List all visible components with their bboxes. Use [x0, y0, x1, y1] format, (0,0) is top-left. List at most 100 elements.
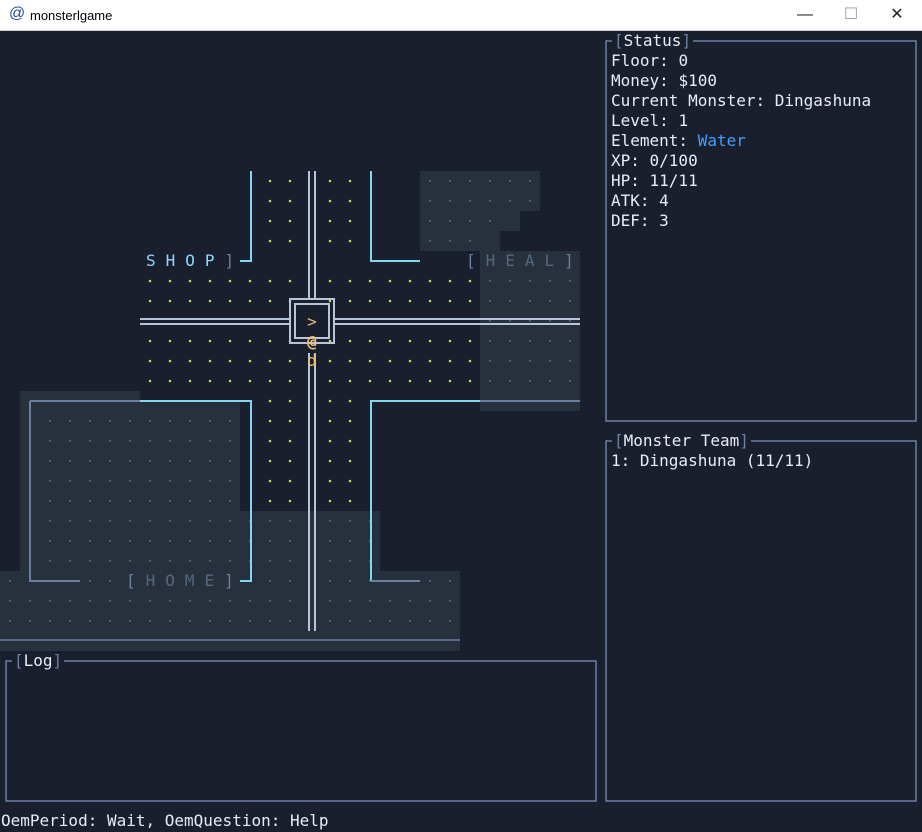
floor-dot — [169, 480, 171, 482]
floor-dot — [228, 379, 232, 383]
floor-dot — [69, 620, 71, 622]
floor-dot — [288, 179, 292, 183]
floor-dot — [189, 620, 191, 622]
floor-dot — [428, 279, 432, 283]
floor-dot — [149, 480, 151, 482]
floor-dot — [429, 200, 431, 202]
floor-dot — [168, 299, 172, 303]
floor-dot — [109, 620, 111, 622]
floor-dot — [169, 460, 171, 462]
floor-dot — [348, 499, 352, 503]
floor-dot — [189, 500, 191, 502]
floor-dot — [428, 339, 432, 343]
floor-dot — [328, 219, 332, 223]
floor-dot — [529, 180, 531, 182]
floor-dot — [109, 560, 111, 562]
floor-dot — [149, 440, 151, 442]
floor-dot — [549, 300, 551, 302]
floor-dot — [489, 380, 491, 382]
floor-dot — [129, 460, 131, 462]
floor-dot — [129, 540, 131, 542]
maximize-button[interactable]: ☐ — [828, 0, 874, 30]
floor-dot — [509, 320, 511, 322]
floor-dot — [89, 520, 91, 522]
floor-dot — [349, 580, 351, 582]
window-titlebar: @ monsterlgame — ☐ ✕ — [0, 0, 922, 31]
floor-dot — [268, 279, 272, 283]
floor-dot — [168, 379, 172, 383]
floor-dot — [228, 359, 232, 363]
floor-dot — [69, 600, 71, 602]
floor-dot — [248, 339, 252, 343]
floor-dot — [229, 620, 231, 622]
explored-regions — [0, 171, 580, 651]
floor-dot — [388, 279, 392, 283]
floor-dot — [129, 620, 131, 622]
floor-dot — [229, 480, 231, 482]
floor-dot — [389, 620, 391, 622]
floor-dot — [268, 359, 272, 363]
floor-dot — [188, 339, 192, 343]
floor-dot — [529, 340, 531, 342]
floor-dot — [228, 339, 232, 343]
floor-dot — [229, 540, 231, 542]
floor-dot — [348, 479, 352, 483]
floor-dot — [348, 399, 352, 403]
floor-dot — [148, 339, 152, 343]
floor-dot — [169, 420, 171, 422]
floor-dot — [289, 580, 291, 582]
floor-dot — [348, 419, 352, 423]
floor-dot — [249, 600, 251, 602]
floor-dot — [549, 360, 551, 362]
log-panel-frame — [5, 660, 597, 802]
floor-dot — [208, 379, 212, 383]
floor-dot — [29, 600, 31, 602]
floor-dot — [509, 280, 511, 282]
xp-row: XP: 0/100 — [611, 151, 698, 170]
floor-dot — [468, 279, 472, 283]
floor-dot — [89, 480, 91, 482]
stairs-down[interactable]: > — [302, 312, 322, 332]
floor-dot — [248, 359, 252, 363]
floor-dot — [109, 480, 111, 482]
floor-dot — [328, 439, 332, 443]
floor-dot — [529, 320, 531, 322]
floor-dot — [348, 299, 352, 303]
floor-dot — [369, 620, 371, 622]
floor-dot — [269, 620, 271, 622]
game-area[interactable]: SHOP] [HEAL] [HOME] > @ d Status Floor: … — [0, 31, 922, 832]
floor-dot — [429, 620, 431, 622]
floor-dot — [429, 240, 431, 242]
floor-dot — [328, 419, 332, 423]
team-member[interactable]: 1: Dingashuna (11/11) — [611, 451, 813, 471]
floor-dot — [269, 580, 271, 582]
floor-dot — [169, 600, 171, 602]
floor-dot — [148, 279, 152, 283]
floor-dot — [209, 480, 211, 482]
floor-dot — [69, 440, 71, 442]
floor-dot — [549, 280, 551, 282]
floor-dot — [549, 380, 551, 382]
floor-dot — [209, 600, 211, 602]
floor-dot — [328, 359, 332, 363]
floor-dot — [268, 439, 272, 443]
floor-dot — [49, 500, 51, 502]
floor-dot — [188, 359, 192, 363]
close-button[interactable]: ✕ — [874, 0, 920, 30]
floor-dot — [329, 560, 331, 562]
floor-dot — [408, 339, 412, 343]
floor-dot — [288, 279, 292, 283]
floor-dot — [429, 180, 431, 182]
floor-dot — [468, 299, 472, 303]
floor-dot — [288, 419, 292, 423]
key-hint: OemPeriod: Wait, OemQuestion: Help — [1, 811, 329, 830]
floor-dot — [569, 320, 571, 322]
floor-dot — [89, 580, 91, 582]
minimize-button[interactable]: — — [782, 0, 828, 30]
floor-dot — [288, 459, 292, 463]
floor-dot — [288, 399, 292, 403]
floor-dot — [529, 380, 531, 382]
floor-dot — [109, 460, 111, 462]
floor-dot — [288, 379, 292, 383]
floor-dot — [469, 220, 471, 222]
